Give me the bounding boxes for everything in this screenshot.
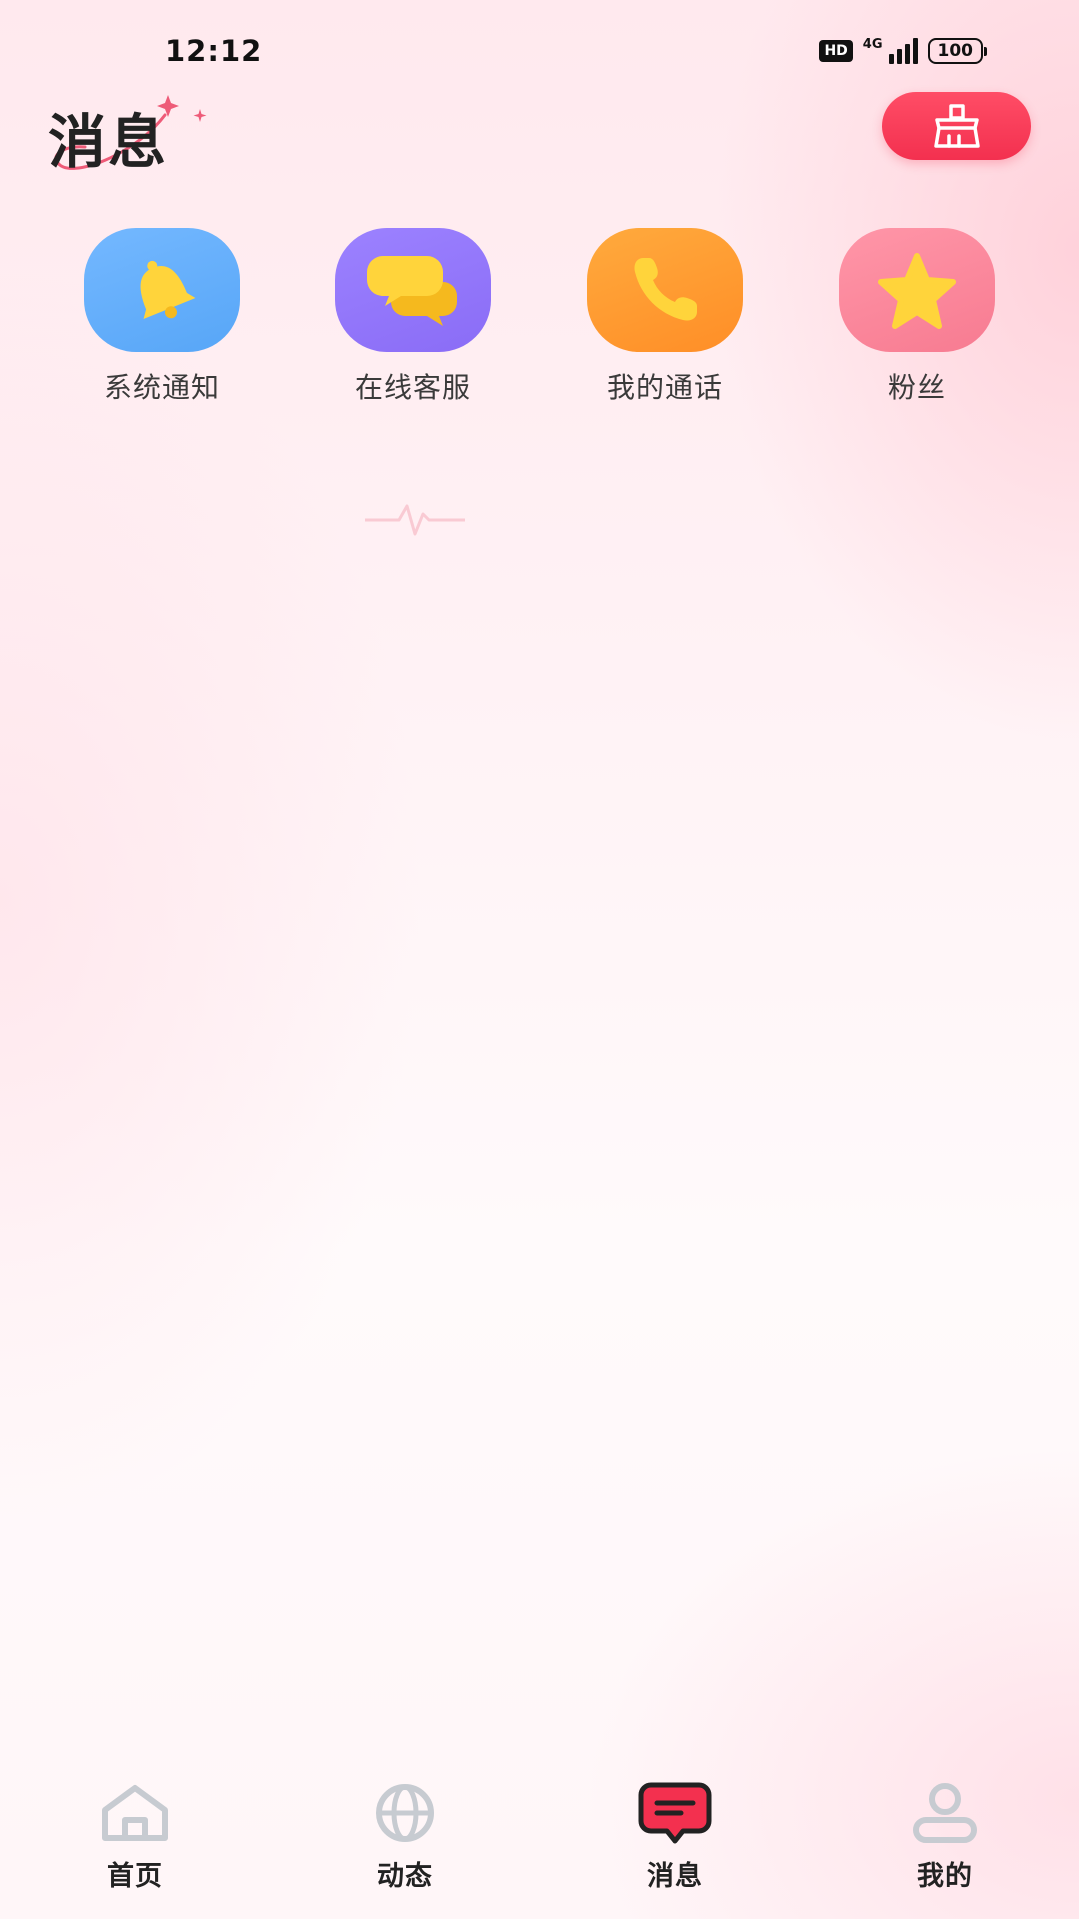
battery-icon: 100	[927, 38, 987, 64]
nav-label: 首页	[107, 1861, 163, 1892]
home-icon	[95, 1780, 175, 1846]
broom-icon	[933, 104, 980, 148]
message-icon	[635, 1780, 715, 1846]
phone-icon	[634, 258, 697, 321]
nav-item-messages[interactable]: 消息	[575, 1780, 775, 1893]
bottom-nav: 首页 动态 消息 我的	[0, 1780, 1079, 1919]
pulse-decoration-icon	[365, 504, 465, 536]
entry-label: 粉丝	[887, 371, 946, 404]
entry-fans[interactable]: 粉丝	[817, 228, 1017, 406]
chat-bubbles-icon	[367, 256, 457, 326]
entry-system-notice[interactable]: 系统通知	[62, 228, 262, 406]
entry-online-service[interactable]: 在线客服	[313, 228, 513, 406]
nav-item-moments[interactable]: 动态	[305, 1780, 505, 1893]
system-notice-tile	[84, 228, 240, 352]
page-title: 消息	[48, 108, 169, 176]
status-bar: 12:12 HD 4G 100	[0, 0, 1079, 100]
hd-badge: HD	[819, 40, 853, 62]
entry-label: 系统通知	[103, 371, 220, 404]
my-calls-tile	[587, 228, 743, 352]
online-service-tile	[335, 228, 491, 352]
globe-icon	[365, 1780, 445, 1846]
entry-label: 在线客服	[354, 371, 471, 404]
nav-label: 动态	[377, 1861, 433, 1892]
battery-level: 100	[927, 38, 983, 64]
bell-icon	[140, 260, 196, 320]
star-icon	[878, 253, 956, 329]
fans-tile	[839, 228, 995, 352]
nav-item-home[interactable]: 首页	[35, 1780, 235, 1893]
clear-messages-button[interactable]	[882, 92, 1031, 160]
nav-label: 我的	[917, 1861, 973, 1892]
entry-my-calls[interactable]: 我的通话	[565, 228, 765, 406]
network-type: 4G	[862, 37, 883, 52]
user-icon	[905, 1780, 985, 1846]
nav-label: 消息	[647, 1861, 703, 1892]
signal-icon: 4G	[863, 38, 918, 64]
entry-label: 我的通话	[606, 371, 723, 404]
status-time: 12:12	[165, 34, 263, 68]
nav-item-mine[interactable]: 我的	[845, 1780, 1045, 1893]
quick-entry-grid: 系统通知 在线客服 我的通话 粉丝	[0, 228, 1079, 408]
status-indicators: HD 4G 100	[819, 38, 987, 64]
